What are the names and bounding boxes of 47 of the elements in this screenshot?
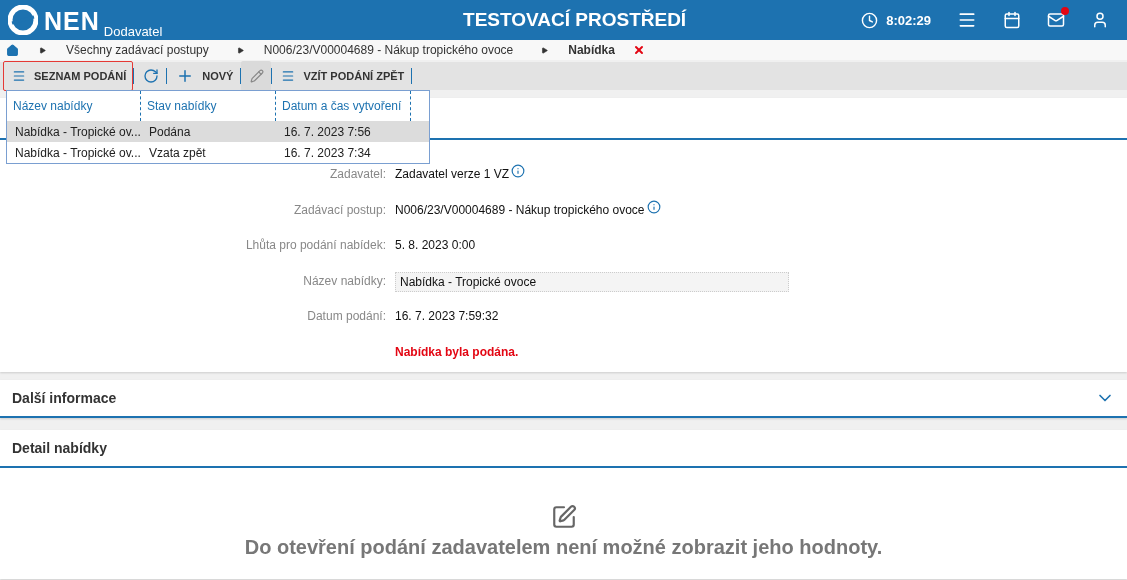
field-label: Datum podání: bbox=[306, 308, 387, 325]
close-icon[interactable] bbox=[632, 44, 645, 56]
section-header[interactable]: Detail nabídky bbox=[0, 429, 1127, 468]
menu-icon bbox=[12, 69, 26, 83]
edit-icon bbox=[550, 503, 577, 530]
input-field[interactable]: Nabídka - Tropické ovoce bbox=[395, 271, 789, 292]
pencil-icon bbox=[250, 69, 265, 83]
menu-icon[interactable] bbox=[957, 10, 977, 30]
logo-text: NEN bbox=[44, 7, 100, 35]
table-cell-text: Podána bbox=[148, 124, 192, 139]
clock-icon bbox=[861, 11, 879, 29]
field-label: Lhůta pro podání nabídek: bbox=[244, 237, 387, 254]
table-cell-text: Vzata zpět bbox=[148, 145, 207, 160]
home-icon[interactable] bbox=[6, 43, 19, 57]
submission-row[interactable]: Nabídka - Tropické ov... Podána 16. 7. 2023 7:56 bbox=[7, 121, 429, 142]
arrow-icon bbox=[39, 46, 46, 54]
environment-title: TESTOVACÍ PROSTŘEDÍ bbox=[462, 9, 688, 31]
refresh-icon bbox=[143, 68, 160, 84]
field-value: Zadavatel verze 1 VZ bbox=[395, 166, 510, 183]
field-value: 16. 7. 2023 7:59:32 bbox=[395, 308, 499, 325]
table-cell-text: 16. 7. 2023 7:34 bbox=[283, 145, 372, 160]
empty-message: Do otevření podání zadavatelem není možné zobrazit jeho hodnoty. bbox=[244, 535, 883, 559]
arrow-icon bbox=[236, 46, 244, 54]
table-cell-text: Nabídka - Tropické ov... bbox=[14, 124, 141, 139]
toolbar-button[interactable]: VZÍT PODÁNÍ ZPĚT bbox=[272, 61, 412, 91]
field-value: N006/23/V00004689 - Nákup tropického ovoce bbox=[395, 201, 645, 219]
clock-time: 8:02:29 bbox=[886, 12, 931, 28]
info-icon[interactable] bbox=[511, 164, 526, 178]
section-header[interactable]: Další informace bbox=[0, 379, 1127, 418]
toolbar-button[interactable]: NOVÝ bbox=[167, 61, 241, 91]
field-label: Zadávací postup: bbox=[292, 201, 387, 219]
logo-subtitle: Dodavatel bbox=[103, 25, 163, 39]
breadcrumb-link[interactable]: N006/23/V00004689 - Nákup tropického ovoce bbox=[263, 43, 514, 57]
user-icon[interactable] bbox=[1091, 11, 1109, 29]
breadcrumb-link[interactable]: Nabídka bbox=[568, 43, 615, 57]
info-icon[interactable] bbox=[646, 199, 661, 214]
arrow-icon bbox=[541, 46, 549, 54]
field-label: Název nabídky: bbox=[302, 272, 387, 290]
status-message: Nabídka byla podána. bbox=[395, 343, 520, 361]
field-label: Zadavatel: bbox=[328, 166, 387, 183]
mail-icon[interactable] bbox=[1047, 11, 1065, 29]
table-cell-text: Nabídka - Tropické ov... bbox=[14, 145, 141, 160]
calendar-icon[interactable] bbox=[1003, 11, 1021, 29]
field-value: 5. 8. 2023 0:00 bbox=[395, 237, 476, 254]
breadcrumb-link[interactable]: Všechny zadávací postupy bbox=[66, 43, 209, 57]
logo-icon bbox=[8, 5, 38, 35]
table-cell-text: 16. 7. 2023 7:56 bbox=[283, 124, 372, 139]
